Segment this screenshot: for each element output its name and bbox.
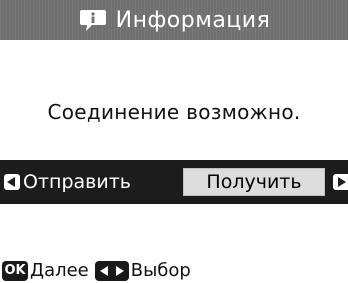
info-speech-bubble-icon <box>78 7 108 33</box>
arrow-left-icon[interactable] <box>4 174 20 190</box>
status-message: Соединение возможно. <box>47 100 301 124</box>
ok-button-icon: OK <box>2 260 28 281</box>
footer-hints: OK Далее Выбор <box>0 258 348 283</box>
header-title: Информация <box>115 7 271 33</box>
option-selector-bar[interactable]: Отправить Получить <box>0 160 348 204</box>
lcd-screen: Информация Соединение возможно. Отправит… <box>0 0 348 283</box>
left-right-arrows-icon <box>94 260 129 281</box>
option-send[interactable]: Отправить <box>23 171 131 193</box>
arrow-right-icon[interactable] <box>333 174 348 190</box>
header-bar: Информация <box>0 0 348 40</box>
option-receive-selected[interactable]: Получить <box>183 168 325 196</box>
select-hint-label: Выбор <box>130 260 191 281</box>
ok-hint-label: Далее <box>30 260 89 281</box>
